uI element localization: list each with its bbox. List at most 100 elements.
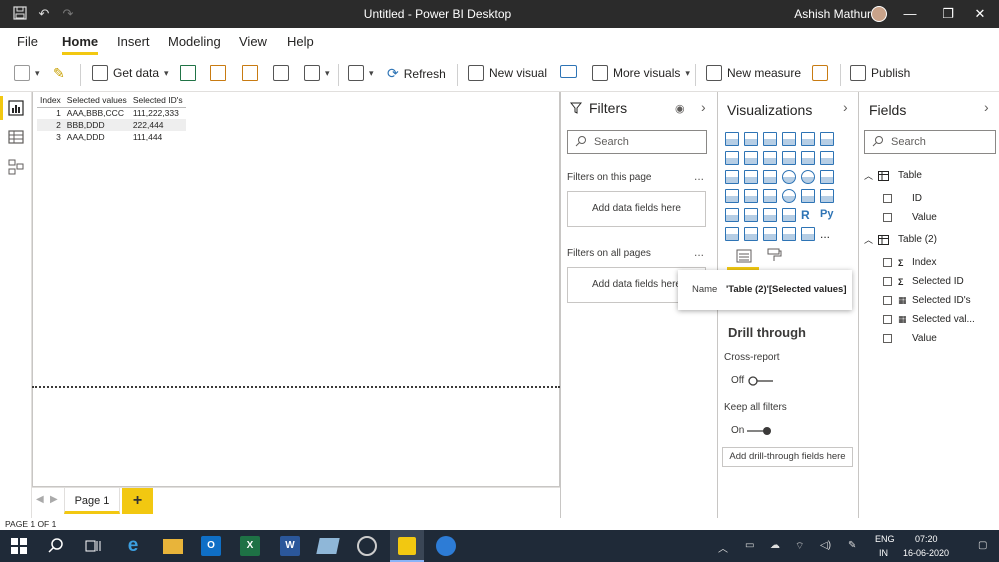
stacked-bar-icon[interactable]	[725, 132, 739, 146]
table-row[interactable]: 2 BBB,DDD 222,444	[37, 119, 186, 131]
transform-data-button[interactable]: ▾	[348, 65, 374, 81]
checkbox[interactable]	[883, 277, 892, 286]
enter-data-button[interactable]	[273, 65, 289, 81]
page-filters-dropzone[interactable]: Add data fields here	[567, 191, 706, 227]
column-header-selected-values[interactable]: Selected values	[63, 94, 130, 108]
ribbon-chart-icon[interactable]	[820, 151, 834, 165]
notifications-icon[interactable]: ▢	[978, 540, 987, 551]
field-selected-id[interactable]: Σ Selected ID	[883, 276, 964, 287]
collapse-fields-icon[interactable]: ›	[984, 99, 989, 115]
slicer-icon[interactable]	[744, 208, 758, 222]
app-icon[interactable]	[357, 536, 377, 556]
checkbox[interactable]	[883, 258, 892, 267]
card-icon[interactable]	[801, 189, 815, 203]
menu-help[interactable]: Help	[287, 34, 314, 49]
line-clustered-icon[interactable]	[801, 151, 815, 165]
text-box-button[interactable]	[560, 65, 577, 78]
network-icon[interactable]: ▭	[745, 540, 754, 551]
menu-modeling[interactable]: Modeling	[168, 34, 221, 49]
menu-home[interactable]: Home	[62, 34, 99, 55]
format-painter-button[interactable]: ✎	[53, 65, 65, 82]
waterfall-icon[interactable]	[725, 170, 739, 184]
dataset-button[interactable]	[210, 65, 226, 81]
column-header-selected-ids[interactable]: Selected ID's	[129, 94, 186, 108]
decomposition-tree-icon[interactable]	[744, 227, 758, 241]
add-page-button[interactable]: +	[122, 488, 153, 514]
clustered-bar-icon[interactable]	[763, 132, 777, 146]
next-page-icon[interactable]: ▶	[50, 494, 58, 505]
field-index[interactable]: Σ Index	[883, 257, 936, 268]
key-influencers-icon[interactable]	[725, 227, 739, 241]
publish-button[interactable]: Publish	[850, 65, 910, 81]
more-visuals-button[interactable]: More visuals ▾	[592, 65, 690, 81]
field-value[interactable]: Value	[883, 212, 937, 223]
new-visual-button[interactable]: New visual	[468, 65, 547, 81]
line-chart-icon[interactable]	[725, 151, 739, 165]
powerbi-task-active[interactable]	[390, 530, 424, 562]
stacked-area-icon[interactable]	[763, 151, 777, 165]
treemap-icon[interactable]	[820, 170, 834, 184]
shape-map-icon[interactable]	[763, 189, 777, 203]
fields-well-icon[interactable]	[736, 248, 752, 264]
100-bar-icon[interactable]	[801, 132, 815, 146]
chevron-up-icon[interactable]: ︿	[718, 540, 728, 555]
clustered-column-icon[interactable]	[782, 132, 796, 146]
paste-button[interactable]: ▾	[14, 65, 40, 81]
pen-icon[interactable]: ✎	[848, 540, 856, 551]
table-icon[interactable]	[763, 208, 777, 222]
menu-insert[interactable]: Insert	[117, 34, 150, 49]
refresh-button[interactable]: ⟳ Refresh	[387, 65, 446, 82]
column-header-index[interactable]: Index	[37, 94, 64, 108]
get-data-button[interactable]: Get data ▾	[92, 65, 169, 81]
task-view-icon[interactable]	[83, 536, 103, 556]
python-visual-icon[interactable]: Py	[820, 208, 834, 222]
100-column-icon[interactable]	[820, 132, 834, 146]
collapse-visualizations-icon[interactable]: ›	[843, 99, 848, 115]
format-roller-icon[interactable]	[766, 247, 782, 263]
file-explorer-icon[interactable]	[163, 539, 183, 554]
field-id[interactable]: ID	[883, 193, 922, 204]
menu-file[interactable]: File	[17, 34, 38, 49]
cross-report-toggle[interactable]	[748, 375, 774, 387]
filled-map-icon[interactable]	[744, 189, 758, 203]
stacked-column-icon[interactable]	[744, 132, 758, 146]
region-indicator[interactable]: IN	[879, 548, 888, 558]
user-name[interactable]: Ashish Mathur	[794, 7, 871, 21]
field-selected-values[interactable]: ▦ Selected val...	[883, 314, 975, 325]
qa-icon[interactable]	[763, 227, 777, 241]
outlook-icon[interactable]: O	[201, 536, 221, 556]
pie-icon[interactable]	[782, 170, 796, 184]
matrix-icon[interactable]	[782, 208, 796, 222]
field-selected-ids[interactable]: ▦ Selected ID's	[883, 295, 971, 306]
wifi-icon[interactable]: ⌔	[795, 540, 804, 553]
more-options-icon[interactable]: ...	[694, 245, 704, 259]
sql-button[interactable]	[242, 65, 258, 81]
browser-icon[interactable]	[436, 536, 456, 556]
model-view-icon[interactable]	[8, 159, 24, 175]
recent-sources-button[interactable]: ▾	[304, 65, 330, 81]
checkbox[interactable]	[883, 315, 892, 324]
excel-button[interactable]	[180, 65, 196, 81]
field-table-table[interactable]: ︿ Table	[864, 169, 922, 182]
page-tab[interactable]: Page 1	[64, 488, 120, 514]
kpi-icon[interactable]	[725, 208, 739, 222]
quick-measure-button[interactable]	[812, 65, 828, 81]
language-indicator[interactable]: ENG	[875, 534, 895, 544]
edge-icon[interactable]: e	[123, 536, 143, 556]
clock-date[interactable]: 16-06-2020	[903, 548, 949, 558]
menu-view[interactable]: View	[239, 34, 267, 49]
map-icon[interactable]	[725, 189, 739, 203]
checkbox[interactable]	[883, 296, 892, 305]
field-table-table-2[interactable]: ︿ Table (2)	[864, 233, 937, 246]
more-icon[interactable]: ...	[820, 227, 834, 241]
checkbox[interactable]	[883, 334, 892, 343]
fields-search-input[interactable]: Search	[864, 130, 996, 154]
table-visual[interactable]: Index Selected values Selected ID's 1 AA…	[37, 94, 186, 143]
close-icon[interactable]: ✕	[960, 0, 999, 28]
donut-icon[interactable]	[801, 170, 815, 184]
excel-icon[interactable]: X	[240, 536, 260, 556]
new-measure-button[interactable]: New measure	[706, 65, 801, 81]
minimize-icon[interactable]: —	[890, 0, 930, 28]
volume-icon[interactable]: ◁)	[820, 540, 831, 551]
windows-start-icon[interactable]	[9, 536, 29, 556]
